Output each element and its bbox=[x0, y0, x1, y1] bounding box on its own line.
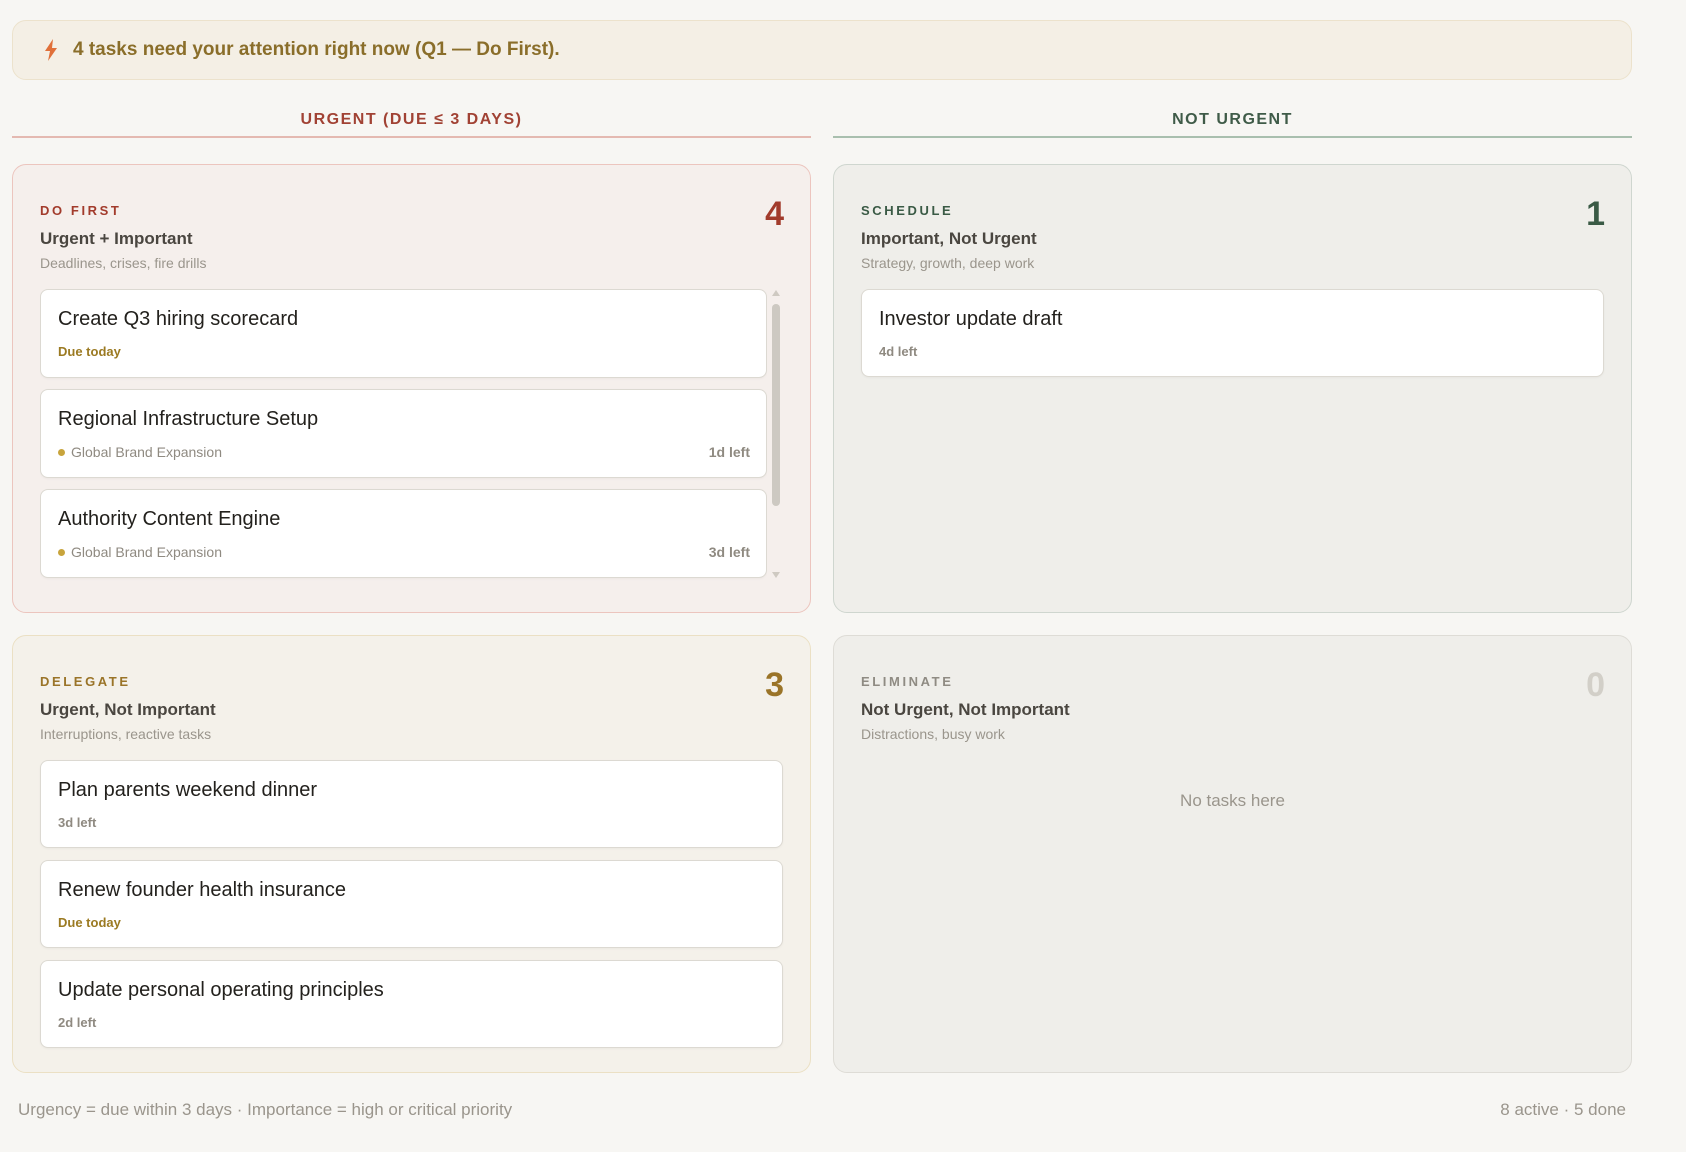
task-due: 2d left bbox=[58, 1015, 97, 1030]
task-card[interactable]: Update personal operating principles 2d … bbox=[40, 960, 783, 1048]
task-title: Create Q3 hiring scorecard bbox=[58, 308, 299, 330]
task-project: Global Brand Expansion bbox=[58, 444, 222, 460]
scroll-up-arrow-icon[interactable] bbox=[772, 290, 780, 296]
task-due: 4d left bbox=[879, 344, 918, 359]
quadrant-count: 3 bbox=[765, 666, 784, 704]
task-project: Global Brand Expansion bbox=[58, 544, 222, 560]
quadrant-count: 0 bbox=[1586, 666, 1605, 704]
task-card[interactable]: Authority Content Engine Global Brand Ex… bbox=[40, 489, 767, 578]
task-title: Renew founder health insurance bbox=[58, 879, 346, 901]
task-title: Plan parents weekend dinner bbox=[58, 779, 318, 801]
quadrant-do-first: DO FIRST Urgent + Important Deadlines, c… bbox=[12, 164, 811, 613]
scrollbar-thumb[interactable] bbox=[772, 304, 780, 506]
column-header-not-urgent: NOT URGENT bbox=[833, 104, 1632, 138]
quadrant-label: DELEGATE bbox=[40, 674, 131, 689]
attention-banner-text: 4 tasks need your attention right now (Q… bbox=[73, 39, 560, 60]
quadrant-description: Distractions, busy work bbox=[861, 726, 1005, 742]
task-project-name: Global Brand Expansion bbox=[71, 444, 222, 460]
quadrant-delegate: DELEGATE Urgent, Not Important Interrupt… bbox=[12, 635, 811, 1073]
task-card[interactable]: Regional Infrastructure Setup Global Bra… bbox=[40, 389, 767, 478]
quadrant-description: Deadlines, crises, fire drills bbox=[40, 255, 207, 271]
task-due: 1d left bbox=[708, 444, 750, 460]
scroll-down-arrow-icon[interactable] bbox=[772, 572, 780, 578]
quadrant-label: DO FIRST bbox=[40, 203, 122, 218]
column-header-urgent: URGENT (DUE ≤ 3 DAYS) bbox=[12, 104, 811, 138]
task-title: Regional Infrastructure Setup bbox=[58, 408, 319, 430]
project-dot-icon bbox=[58, 548, 65, 556]
quadrant-eliminate: ELIMINATE Not Urgent, Not Important Dist… bbox=[833, 635, 1632, 1073]
task-due: 3d left bbox=[708, 544, 750, 560]
project-dot-icon bbox=[58, 448, 65, 456]
quadrant-count: 1 bbox=[1586, 195, 1605, 233]
task-due: 3d left bbox=[58, 815, 97, 830]
quadrant-title: Important, Not Urgent bbox=[861, 229, 1037, 248]
task-list: Investor update draft 4d left bbox=[861, 289, 1604, 389]
lightning-icon bbox=[45, 39, 57, 61]
task-card[interactable]: Renew founder health insurance Due today bbox=[40, 860, 783, 948]
quadrant-label: ELIMINATE bbox=[861, 674, 954, 689]
attention-banner: 4 tasks need your attention right now (Q… bbox=[12, 20, 1632, 80]
task-due: Due today bbox=[58, 344, 121, 359]
task-card[interactable]: Create Q3 hiring scorecard Due today bbox=[40, 289, 767, 378]
quadrant-title: Urgent, Not Important bbox=[40, 700, 216, 719]
task-list[interactable]: Create Q3 hiring scorecard Due today Reg… bbox=[40, 289, 767, 585]
task-title: Authority Content Engine bbox=[58, 508, 281, 530]
task-list-scrollbar[interactable] bbox=[771, 290, 781, 580]
quadrant-count: 4 bbox=[765, 195, 784, 233]
quadrant-title: Urgent + Important bbox=[40, 229, 193, 248]
task-list: Plan parents weekend dinner 3d left Rene… bbox=[40, 760, 783, 1060]
legend-text: Urgency = due within 3 days · Importance… bbox=[18, 1100, 513, 1119]
task-project-name: Global Brand Expansion bbox=[71, 544, 222, 560]
quadrant-label: SCHEDULE bbox=[861, 203, 954, 218]
quadrant-title: Not Urgent, Not Important bbox=[861, 700, 1070, 719]
task-title: Update personal operating principles bbox=[58, 979, 384, 1001]
task-card[interactable]: Investor update draft 4d left bbox=[861, 289, 1604, 377]
task-title: Investor update draft bbox=[879, 308, 1063, 330]
quadrant-schedule: SCHEDULE Important, Not Urgent Strategy,… bbox=[833, 164, 1632, 613]
task-due: Due today bbox=[58, 915, 121, 930]
task-card[interactable]: Plan parents weekend dinner 3d left bbox=[40, 760, 783, 848]
empty-state: No tasks here bbox=[1180, 791, 1285, 810]
quadrant-description: Strategy, growth, deep work bbox=[861, 255, 1035, 271]
task-summary: 8 active · 5 done bbox=[1500, 1100, 1626, 1119]
quadrant-description: Interruptions, reactive tasks bbox=[40, 726, 212, 742]
